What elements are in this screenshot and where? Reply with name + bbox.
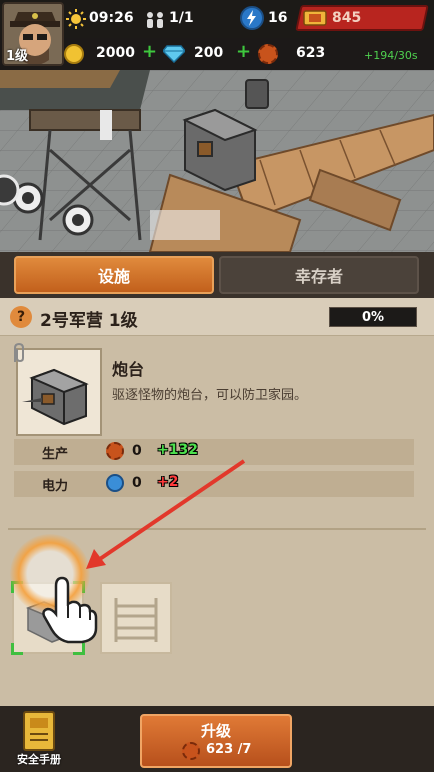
building-description: 驱逐怪物的炮台，可以防卫家园。 — [112, 388, 308, 403]
coin-count: 2000 — [96, 45, 135, 61]
stat-label: 生产 — [42, 447, 69, 462]
base-scene-art — [0, 70, 434, 252]
upgrade-label: 升级 — [200, 722, 231, 740]
build-progress: 0% — [329, 307, 417, 327]
coin-icon — [64, 44, 84, 64]
player-level: 1级 — [6, 49, 29, 64]
manual-book-icon — [23, 711, 55, 751]
stat-label: 电力 — [42, 479, 69, 494]
building-name: 炮台 — [112, 360, 145, 379]
sun-icon — [66, 9, 86, 29]
energy-icon — [240, 6, 264, 30]
bottlecap-count: 623 — [296, 45, 326, 61]
gem-count: 200 — [194, 45, 224, 61]
gem-icon — [163, 45, 185, 63]
paperclip-icon — [14, 342, 24, 363]
tutorial-hand-icon — [42, 576, 98, 644]
bottom-bar: 安全手册 升级 623 /7 — [0, 706, 434, 772]
selection-corner — [73, 643, 85, 655]
ticket-count: 845 — [332, 10, 362, 26]
energy-count: 16 — [268, 10, 288, 26]
safety-manual-label: 安全手册 — [17, 753, 61, 766]
tab-facilities[interactable]: 设施 — [14, 256, 214, 294]
turret-illustration — [22, 368, 89, 426]
game-time: 09:26 — [89, 10, 134, 26]
add-gems-button[interactable]: + — [236, 41, 251, 62]
building-title: 2号军营 1级 — [40, 311, 138, 331]
bunkbed-icon — [114, 598, 158, 642]
upgrade-button[interactable]: 升级 623 /7 — [140, 714, 292, 768]
tab-bar: 设施 幸存者 — [0, 252, 434, 298]
tutorial-arrow-icon — [86, 459, 246, 569]
bottlecap-icon — [182, 742, 200, 760]
base-scene[interactable] — [0, 70, 434, 252]
ticket-icon — [303, 10, 327, 26]
panel-title-row: ? 2号军营 1级 0% — [0, 298, 434, 336]
population-count: 1/1 — [169, 10, 194, 26]
population-icon — [147, 12, 163, 28]
bottlecap-icon — [258, 44, 278, 64]
help-icon[interactable]: ? — [10, 306, 32, 328]
upgrade-cost: 623 /7 — [206, 742, 252, 757]
bottlecap-rate: +194/30s — [364, 49, 418, 62]
safety-manual-button[interactable]: 安全手册 — [8, 708, 70, 770]
building-option-bunkbed[interactable] — [100, 582, 172, 654]
add-coins-button[interactable]: + — [142, 41, 157, 62]
selection-corner — [11, 643, 23, 655]
tab-survivors[interactable]: 幸存者 — [219, 256, 419, 294]
building-image — [16, 348, 102, 436]
